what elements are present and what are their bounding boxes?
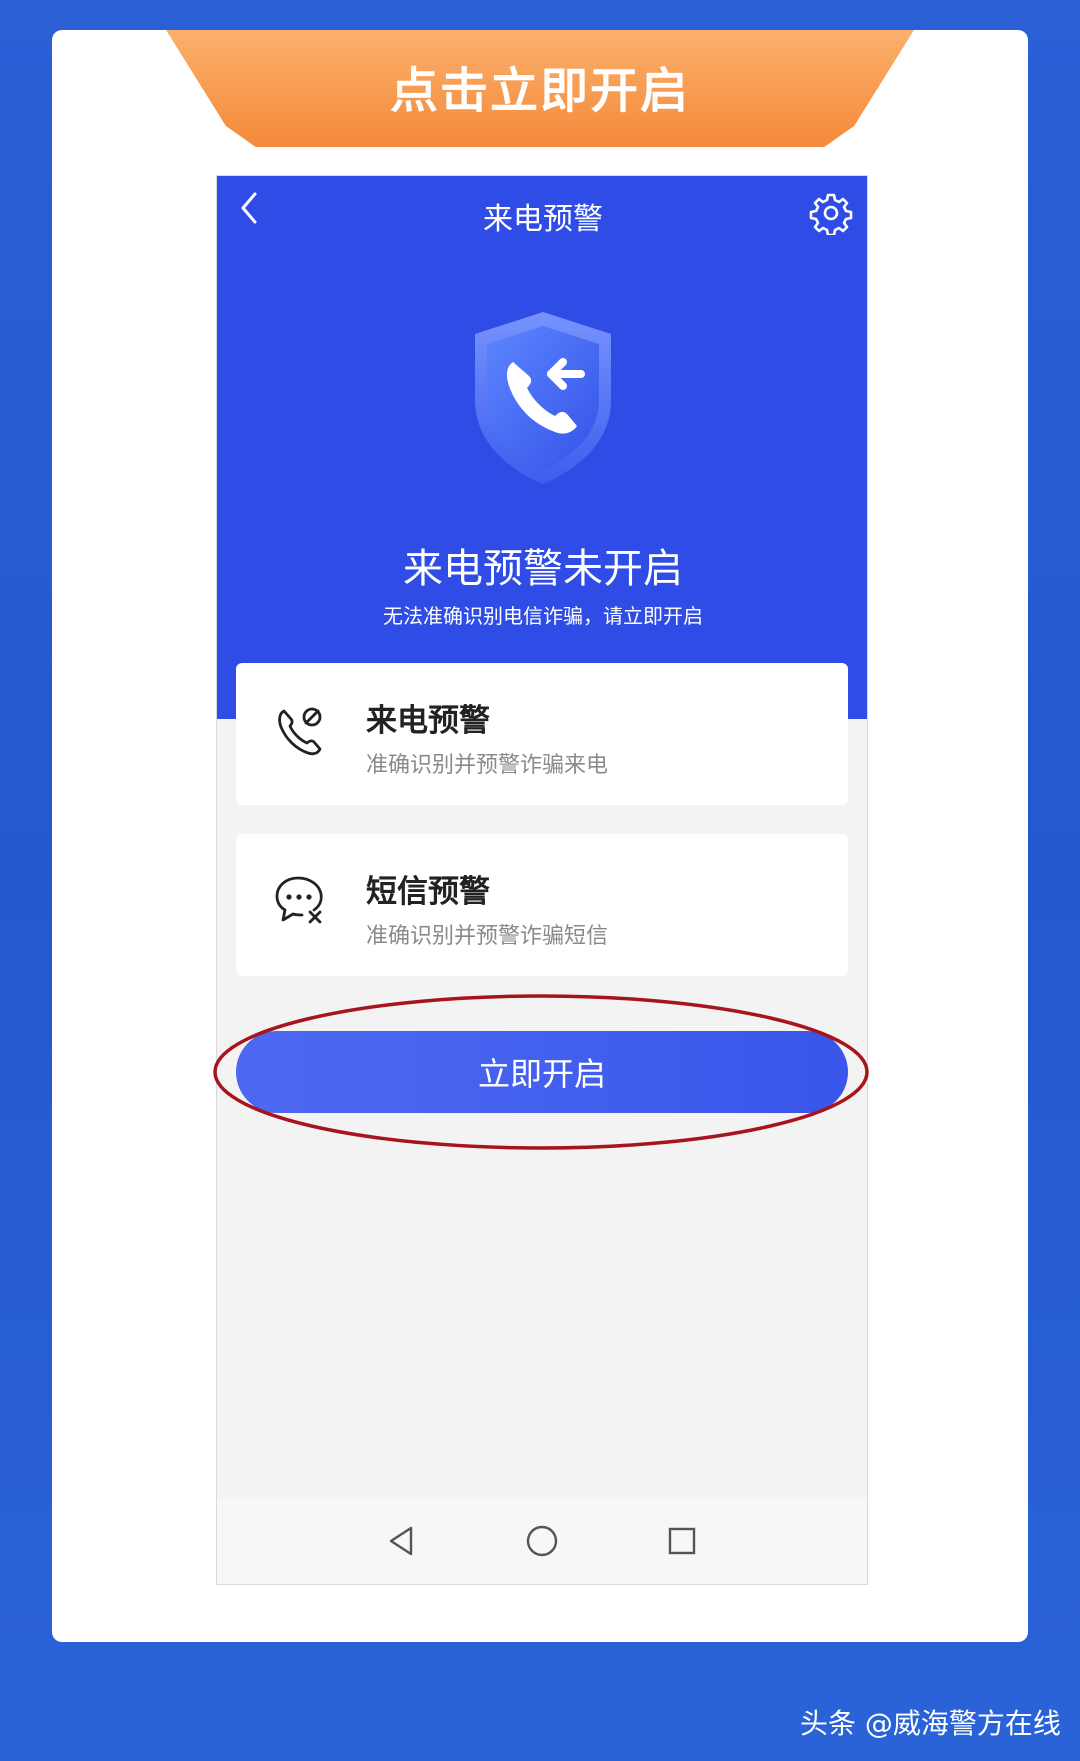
feature-card-call-warning: 来电预警 准确识别并预警诈骗来电 (236, 663, 848, 805)
system-navigation-bar (217, 1498, 867, 1584)
shield-phone-icon (475, 312, 611, 484)
banner-title: 点击立即开启 (389, 62, 690, 119)
message-block-icon (275, 876, 323, 924)
hero-header: 来电预警 来电预警未开启 无法准确识别电信诈骗，请立即开启 (217, 176, 867, 719)
phone-screenshot: 来电预警 来电预警未开启 无法准确识别电信诈骗，请立即开启 来电预警 准确识别并… (216, 175, 868, 1585)
feature-description: 准确识别并预警诈骗来电 (366, 753, 609, 778)
nav-home-icon[interactable] (525, 1524, 559, 1558)
status-title: 来电预警未开启 (403, 546, 683, 592)
gear-icon[interactable] (809, 191, 853, 235)
phone-warning-icon (278, 707, 322, 756)
nav-title: 来电预警 (483, 202, 603, 237)
source-watermark: 头条 @威海警方在线 (800, 1707, 1061, 1740)
nav-back-icon[interactable] (385, 1524, 417, 1558)
status-subtitle: 无法准确识别电信诈骗，请立即开启 (383, 604, 703, 628)
feature-title: 短信预警 (366, 874, 490, 910)
nav-recent-apps-icon[interactable] (667, 1526, 697, 1556)
feature-description: 准确识别并预警诈骗短信 (366, 924, 609, 949)
feature-title: 来电预警 (366, 703, 490, 739)
feature-card-sms-warning: 短信预警 准确识别并预警诈骗短信 (236, 834, 848, 976)
enable-now-button[interactable]: 立即开启 (236, 1031, 848, 1113)
instruction-banner: 点击立即开启 (166, 30, 914, 147)
